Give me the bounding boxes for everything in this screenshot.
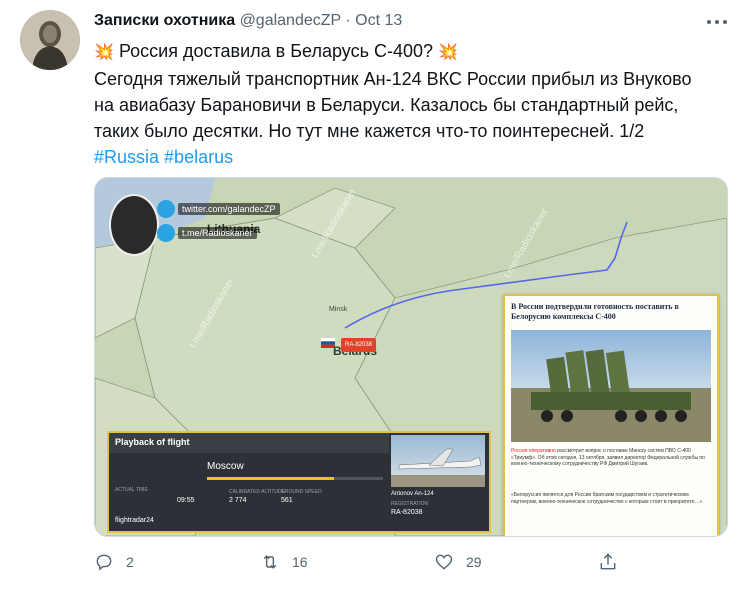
separator-dot: · [345, 12, 351, 29]
s400-launcher-image [511, 349, 711, 442]
tweet-body-line: на авиабазу Барановичи в Беларуси. Казал… [94, 95, 679, 115]
avatar-portrait [20, 10, 80, 70]
flight-playback-panel: Playback of flight Moscow ACTUAL TIME 09… [107, 431, 491, 533]
registration-value: RA-82038 [391, 509, 423, 516]
tweet-header: Записки охотника @galandecZP · Oct 13 [94, 12, 402, 30]
origin-city: Moscow [207, 461, 244, 472]
map-label-minsk: Minsk [329, 306, 348, 313]
flight-progress-fill [207, 477, 334, 480]
twitter-handle: twitter.com/galandecZP [178, 203, 280, 215]
actual-time-label: ACTUAL TIME [115, 487, 148, 493]
tweet-actions: 2 16 29 [94, 552, 714, 572]
like-button[interactable]: 29 [434, 552, 482, 572]
tweet-media-image[interactable]: Lithuania Belarus Minsk RA-82038 t.me/Ra… [94, 177, 728, 537]
registration-label: REGISTRATION [391, 501, 429, 507]
tweet-date[interactable]: Oct 13 [355, 12, 402, 29]
hashtags: #Russia #belarus [94, 144, 714, 170]
altitude-value: 2 774 [229, 497, 247, 504]
collision-emoji-icon: 💥 [438, 44, 458, 61]
speed-label: GROUND SPEED [281, 489, 322, 495]
retweet-button[interactable]: 16 [260, 552, 308, 572]
article-screenshot: В России подтвердили готовность поставит… [503, 294, 719, 536]
channel-logo [109, 194, 159, 256]
twitter-handle-row: twitter.com/galandecZP [157, 200, 280, 218]
collision-emoji-icon: 💥 [94, 44, 114, 61]
avatar[interactable] [20, 10, 80, 70]
tweet-text: 💥 Россия доставила в Беларусь С-400? 💥 С… [94, 38, 714, 170]
hashtag-russia[interactable]: #Russia [94, 147, 159, 167]
tweet-title-line: 💥 Россия доставила в Беларусь С-400? 💥 [94, 38, 714, 66]
tweet-title: Россия доставила в Беларусь С-400? [118, 41, 433, 61]
retweet-icon [263, 555, 277, 569]
s400-photo [511, 330, 711, 442]
flight-progress-bar [207, 477, 383, 480]
share-icon [600, 553, 616, 570]
aircraft-type: Antonov An-124 [391, 491, 434, 497]
altitude-label: CALIBRATED ALTITUDE [229, 489, 285, 495]
telegram-plane-icon [157, 224, 175, 242]
tweet-body-line: Сегодня тяжелый транспортник Ан-124 ВКС … [94, 69, 692, 89]
more-options-icon[interactable] [705, 12, 729, 32]
hashtag-belarus[interactable]: #belarus [164, 147, 233, 167]
twitter-bird-icon [157, 200, 175, 218]
author-handle[interactable]: @galandecZP [240, 12, 341, 29]
article-highlight: Россия оперативно [511, 448, 556, 454]
author-name[interactable]: Записки охотника [94, 12, 235, 29]
reply-icon [96, 554, 112, 571]
playback-header: Playback of flight [109, 433, 389, 453]
social-handles: twitter.com/galandecZP t.me/Radioskaner [109, 194, 280, 256]
article-quote: «Белоруссия является для России братским… [511, 492, 703, 505]
reply-button[interactable]: 2 [94, 552, 134, 572]
article-headline: В России подтвердили готовность поставит… [511, 302, 679, 321]
telegram-handle-row: t.me/Radioskaner [157, 224, 257, 242]
telegram-handle: t.me/Radioskaner [178, 227, 257, 239]
heart-icon [435, 554, 453, 570]
an124-plane-icon [391, 448, 485, 487]
aircraft-photo [391, 435, 485, 487]
like-count: 29 [466, 554, 482, 570]
share-button[interactable] [598, 552, 618, 572]
flightradar-brand: flightradar24 [115, 517, 154, 524]
russia-flag-icon [321, 338, 335, 348]
playback-title: Playback of flight [115, 437, 190, 447]
speed-value: 561 [281, 497, 293, 504]
actual-time: 09:55 [177, 497, 195, 504]
retweet-count: 16 [292, 554, 308, 570]
flight-tag: RA-82038 [341, 338, 377, 352]
article-paragraph: Россия оперативно рассмотрит вопрос о по… [511, 448, 709, 468]
tweet-body-line: таких было десятки. Но тут мне кажется ч… [94, 121, 645, 141]
reply-count: 2 [126, 554, 134, 570]
